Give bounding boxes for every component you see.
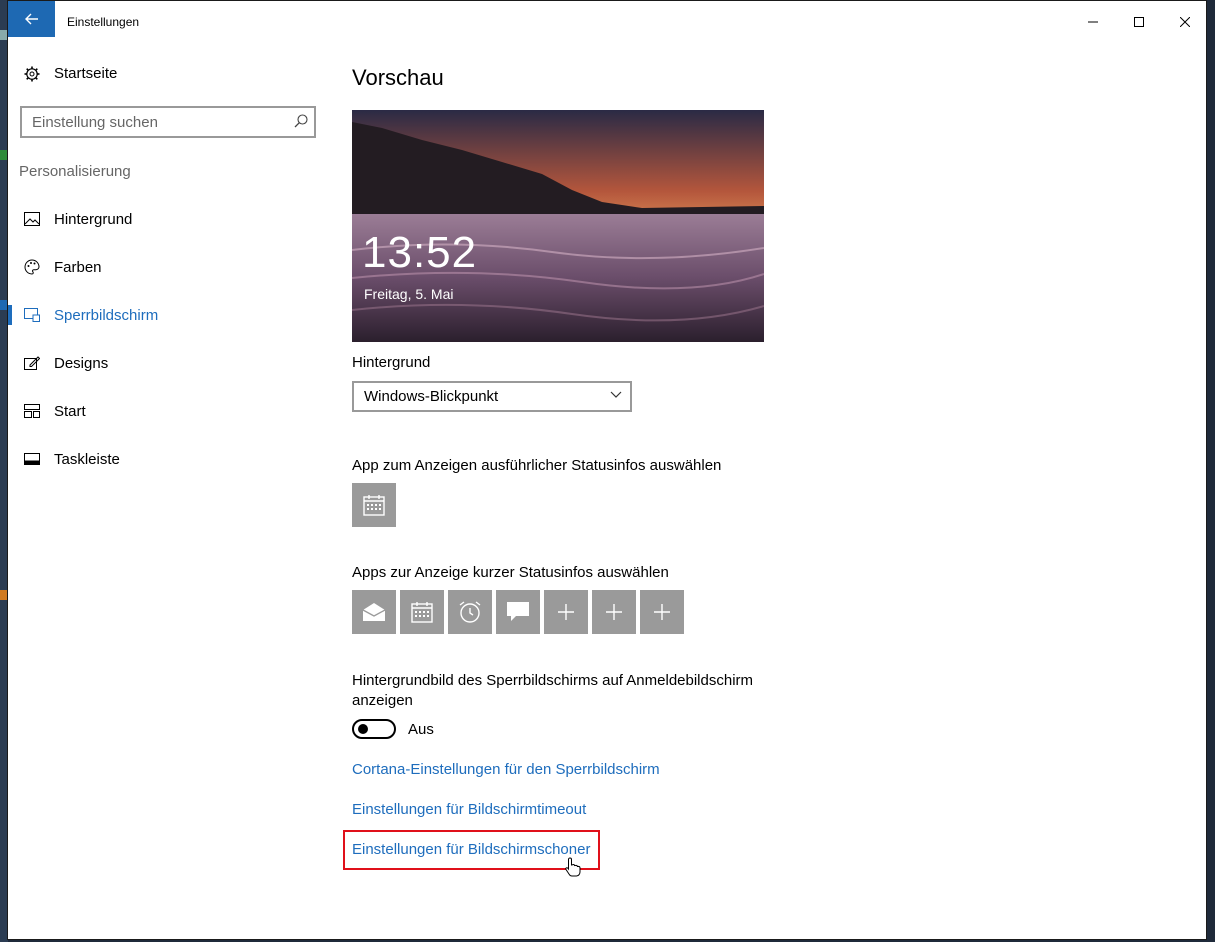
cortana-settings-link[interactable]: Cortana-Einstellungen für den Sperrbilds… (352, 761, 660, 778)
title-bar: Einstellungen (8, 1, 1206, 43)
sidebar: Startseite Personalisierung Hintergrund … (8, 43, 328, 939)
window-title: Einstellungen (67, 15, 140, 29)
sidebar-item-sperrbildschirm[interactable]: Sperrbildschirm (8, 291, 328, 339)
close-button[interactable] (1162, 1, 1206, 43)
quick-status-label: Apps zur Anzeige kurzer Statusinfos ausw… (352, 564, 669, 581)
page-title: Vorschau (352, 65, 444, 90)
background-label: Hintergrund (352, 354, 431, 371)
hand-cursor-icon (565, 857, 581, 877)
calendar-icon (411, 602, 433, 623)
mail-icon (362, 603, 386, 621)
close-icon (1180, 17, 1190, 27)
sidebar-item-label: Taskleiste (54, 450, 120, 468)
landscape-image (352, 110, 764, 342)
sidebar-item-label: Designs (54, 354, 109, 372)
settings-window: Einstellungen Startseite Personalisierun… (7, 0, 1207, 940)
screensaver-settings-link[interactable]: Einstellungen für Bildschirmschoner (352, 841, 590, 858)
maximize-icon (1134, 17, 1144, 27)
quick-status-app-3[interactable] (448, 590, 492, 634)
quick-status-add-3[interactable] (640, 590, 684, 634)
designs-icon (24, 355, 40, 371)
detailed-status-label: App zum Anzeigen ausführlicher Statusinf… (352, 457, 722, 474)
message-icon (507, 602, 529, 621)
gear-icon (24, 66, 40, 81)
plus-icon (654, 604, 670, 620)
background-dropdown[interactable]: Windows-Blickpunkt (352, 381, 632, 412)
back-button[interactable] (8, 1, 55, 37)
lock-screen-time: 13:52 (362, 228, 478, 277)
sidebar-item-taskleiste[interactable]: Taskleiste (8, 435, 328, 483)
quick-status-add-1[interactable] (544, 590, 588, 634)
toggle-knob (358, 724, 368, 734)
plus-icon (606, 604, 622, 620)
lock-screen-preview: 13:52 Freitag, 5. Mai (352, 110, 764, 342)
calendar-icon (363, 495, 385, 516)
home-label: Startseite (54, 65, 118, 82)
search-input[interactable] (22, 108, 286, 136)
start-icon (24, 403, 40, 419)
sidebar-item-label: Sperrbildschirm (54, 306, 159, 324)
search-icon[interactable] (294, 114, 308, 128)
chevron-down-icon (610, 391, 622, 398)
image-icon (24, 211, 40, 227)
taskbar-icon (24, 451, 40, 467)
lock-screen-icon (24, 307, 40, 323)
quick-status-app-4[interactable] (496, 590, 540, 634)
alarm-icon (459, 601, 481, 623)
quick-status-app-1[interactable] (352, 590, 396, 634)
quick-status-app-2[interactable] (400, 590, 444, 634)
lock-screen-date: Freitag, 5. Mai (364, 286, 454, 302)
search-box (20, 106, 316, 138)
minimize-button[interactable] (1070, 1, 1116, 43)
back-arrow-icon (24, 13, 38, 25)
detailed-status-app-button[interactable] (352, 483, 396, 527)
background-value: Windows-Blickpunkt (364, 388, 499, 405)
toggle-state-label: Aus (408, 721, 434, 738)
plus-icon (558, 604, 574, 620)
sidebar-item-label: Hintergrund (54, 210, 133, 228)
minimize-icon (1088, 21, 1098, 23)
palette-icon (24, 259, 40, 275)
sidebar-item-designs[interactable]: Designs (8, 339, 328, 387)
sidebar-item-start[interactable]: Start (8, 387, 328, 435)
section-label: Personalisierung (19, 163, 131, 180)
home-link[interactable]: Startseite (24, 65, 117, 82)
signin-background-toggle[interactable] (352, 719, 396, 739)
sidebar-item-label: Farben (54, 258, 102, 276)
sidebar-item-hintergrund[interactable]: Hintergrund (8, 195, 328, 243)
sidebar-item-farben[interactable]: Farben (8, 243, 328, 291)
screen-timeout-link[interactable]: Einstellungen für Bildschirmtimeout (352, 801, 586, 818)
sidebar-item-label: Start (54, 402, 86, 420)
maximize-button[interactable] (1116, 1, 1162, 43)
signin-background-label: Hintergrundbild des Sperrbildschirms auf… (352, 672, 754, 709)
sidebar-nav: Hintergrund Farben Sperrbildschirm Desig… (8, 195, 328, 483)
quick-status-add-2[interactable] (592, 590, 636, 634)
